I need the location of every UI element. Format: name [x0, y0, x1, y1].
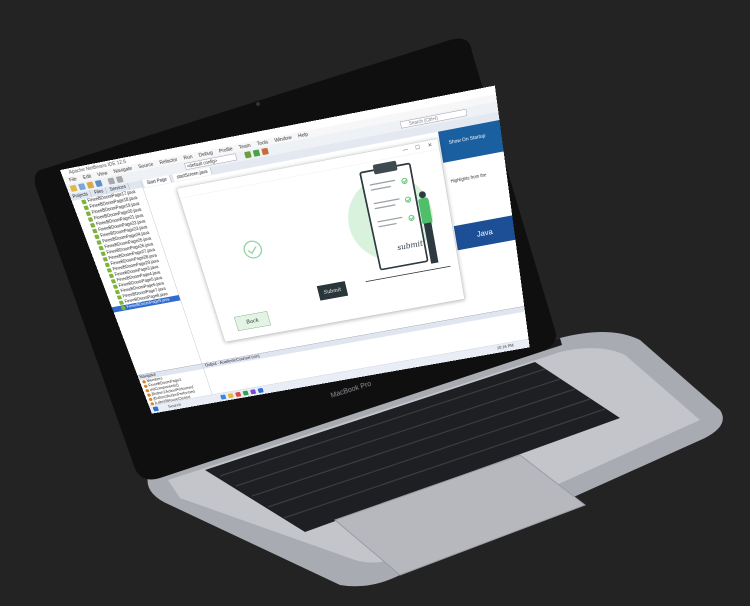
- minimize-button[interactable]: —: [402, 146, 408, 153]
- clipboard-line: [378, 222, 397, 228]
- netbeans-icon[interactable]: [257, 387, 264, 394]
- clipboard-clip: [372, 160, 398, 175]
- chrome-icon[interactable]: [235, 391, 242, 398]
- folder-icon[interactable]: [227, 393, 234, 399]
- camera: [256, 102, 260, 106]
- scene: Apache NetBeans IDE 12.6 File Edit View …: [0, 0, 750, 606]
- check-icon: [404, 196, 412, 204]
- java-file-icon: [120, 305, 126, 311]
- clipboard-line: [369, 179, 396, 186]
- debug-icon[interactable]: [261, 147, 269, 156]
- clipboard-line: [373, 198, 400, 205]
- person-legs: [423, 222, 439, 264]
- undo-icon[interactable]: [107, 177, 116, 185]
- check-icon: [408, 214, 415, 222]
- success-check-icon: [241, 239, 265, 260]
- back-button[interactable]: Back: [234, 311, 271, 332]
- app-icon[interactable]: [250, 389, 257, 395]
- new-file-icon[interactable]: [77, 183, 87, 191]
- person-body: [417, 197, 433, 224]
- app-icon[interactable]: [242, 390, 249, 396]
- illustration-caption: submit: [396, 239, 424, 253]
- redo-icon[interactable]: [115, 175, 124, 184]
- clipboard-line: [370, 185, 392, 191]
- clipboard-line: [377, 216, 403, 223]
- close-button[interactable]: ✕: [427, 141, 432, 148]
- check-icon: [400, 177, 409, 185]
- maximize-button[interactable]: ☐: [415, 144, 421, 151]
- ground-line: [365, 265, 451, 283]
- run-icon[interactable]: [252, 149, 261, 157]
- new-project-icon[interactable]: [69, 184, 78, 192]
- edge-icon[interactable]: [220, 394, 227, 400]
- save-all-icon[interactable]: [94, 179, 103, 188]
- taskbar-clock: 10:16 PM: [496, 343, 514, 351]
- java-logo: Java: [453, 215, 516, 251]
- build-icon[interactable]: [244, 151, 252, 159]
- submit-button[interactable]: Submit: [316, 281, 349, 301]
- windows-start-icon[interactable]: [152, 406, 159, 412]
- clipboard-line: [374, 204, 396, 210]
- start-page-text: Highlights from the: [450, 172, 487, 185]
- open-project-icon[interactable]: [86, 181, 95, 189]
